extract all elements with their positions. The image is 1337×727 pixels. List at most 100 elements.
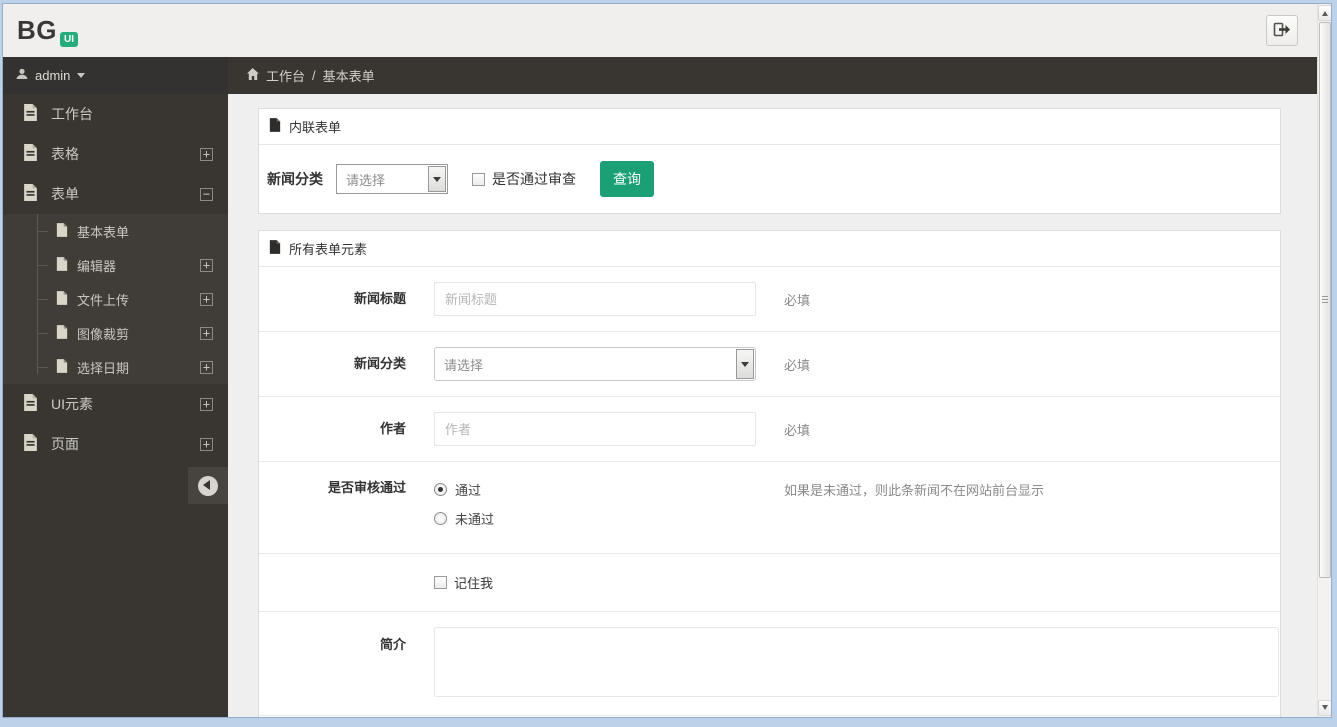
submenu-item-editor[interactable]: 编辑器 + (3, 248, 228, 282)
sidebar-item-workbench[interactable]: 工作台 (3, 94, 228, 134)
radio-fail[interactable] (434, 512, 447, 525)
submenu-item-basic-form[interactable]: 基本表单 (3, 214, 228, 248)
intro-textarea[interactable] (434, 627, 1279, 697)
select-value: 请选择 (346, 172, 386, 188)
news-category-select-large[interactable]: 请选择 (434, 347, 756, 381)
remember-me-checkbox[interactable] (434, 576, 447, 589)
required-badge: 必填 (784, 357, 811, 373)
form-row-news-category: 新闻分类 请选择 必填 (259, 332, 1280, 397)
review-help-text: 如果是未通过，则此条新闻不在网站前台显示 (784, 483, 1045, 498)
chevron-down-icon (433, 176, 441, 186)
breadcrumb-link-workbench[interactable]: 工作台 (266, 66, 305, 85)
sidebar-item-label: 表格 (51, 146, 79, 162)
document-icon (269, 240, 281, 257)
form-row-review-status: 是否审核通过 通过 未通过 如果是未通过，则此条新闻不在网站前台显示 (259, 462, 1280, 554)
expand-plus-icon[interactable]: + (200, 326, 213, 340)
sidebar-collapse-row (3, 467, 228, 504)
expand-plus-icon[interactable]: + (200, 147, 213, 161)
news-category-label: 新闻分类 (267, 171, 323, 187)
news-category-select[interactable]: 请选择 (336, 164, 448, 194)
document-icon (269, 118, 281, 135)
sidebar-nav: 工作台 表格 + 表单 − 基本表单 编辑器 + 文件上传 + 图像裁剪 + 选… (3, 94, 228, 464)
form-row-news-title: 新闻标题 必填 (259, 267, 1280, 332)
scrollbar-down-button[interactable] (1318, 700, 1331, 716)
select-value: 请选择 (444, 357, 484, 373)
radio-pass[interactable] (434, 483, 447, 496)
collapse-sidebar-button[interactable] (188, 467, 228, 504)
caret-down-icon (77, 73, 86, 82)
sign-out-icon (1273, 22, 1291, 40)
intro-label: 简介 (379, 637, 406, 652)
select-arrow-button[interactable] (736, 349, 754, 379)
arrow-up-icon (1322, 8, 1328, 16)
expand-plus-icon[interactable]: + (200, 258, 213, 272)
home-icon (246, 68, 259, 83)
breadcrumb-separator: / (312, 68, 316, 83)
sidebar-item-label: 表单 (51, 186, 79, 202)
expand-plus-icon[interactable]: + (200, 292, 213, 306)
author-input[interactable] (434, 412, 756, 446)
scrollbar-thumb[interactable] (1319, 22, 1331, 578)
sidebar-item-pages[interactable]: 页面 + (3, 424, 228, 464)
logout-button[interactable] (1266, 15, 1298, 46)
sidebar-item-forms[interactable]: 表单 − (3, 174, 228, 214)
breadcrumb-current: 基本表单 (322, 69, 375, 84)
expand-plus-icon[interactable]: + (200, 397, 213, 411)
scrollbar-up-button[interactable] (1318, 5, 1331, 21)
document-icon (23, 434, 38, 454)
form-row-remember-me: 记住我 (259, 554, 1280, 612)
vertical-scrollbar[interactable] (1317, 4, 1331, 717)
select-arrow-button[interactable] (428, 166, 446, 192)
expand-plus-icon[interactable]: + (200, 360, 213, 374)
remember-me-wrap: 记住我 (434, 573, 756, 592)
submenu-item-label: 图像裁剪 (77, 326, 130, 342)
review-status-label: 是否审核通过 (327, 480, 406, 495)
collapse-minus-icon[interactable]: − (200, 187, 213, 201)
browser-viewport: BG UI admin 工作台 表格 + 表单 − 基本表单 编辑器 + 文件上… (3, 4, 1331, 717)
submenu-item-file-upload[interactable]: 文件上传 + (3, 282, 228, 316)
review-filter-checkbox[interactable] (472, 172, 485, 186)
submenu-item-label: 编辑器 (77, 258, 117, 274)
arrow-down-icon (1322, 705, 1328, 713)
sidebar-item-label: UI元素 (51, 396, 93, 412)
sidebar-item-tables[interactable]: 表格 + (3, 134, 228, 174)
document-icon (23, 104, 38, 124)
news-title-label: 新闻标题 (353, 291, 406, 306)
form-footer (259, 716, 1280, 717)
news-title-input[interactable] (434, 282, 756, 316)
review-filter-checkbox-label: 是否通过审查 (492, 171, 576, 187)
sidebar-item-label: 工作台 (51, 106, 93, 122)
app-logo: BG UI (17, 15, 78, 47)
form-row-author: 作者 必填 (259, 397, 1280, 462)
form-elements-panel: 所有表单元素 新闻标题 必填 新闻分类 (258, 230, 1281, 717)
user-icon (16, 68, 28, 83)
username: admin (35, 68, 71, 83)
forms-submenu: 基本表单 编辑器 + 文件上传 + 图像裁剪 + 选择日期 + (3, 214, 228, 384)
expand-plus-icon[interactable]: + (200, 437, 213, 451)
panel-title: 内联表单 (289, 120, 342, 135)
submenu-item-label: 基本表单 (77, 224, 130, 240)
required-badge: 必填 (784, 422, 811, 438)
logo-text: BG (17, 15, 57, 45)
document-icon (56, 256, 68, 274)
user-menu[interactable]: admin (3, 57, 228, 94)
breadcrumb: 工作台 / 基本表单 (228, 57, 1317, 94)
main-content: 工作台 / 基本表单 内联表单 新闻分类 请选择 是否通过审查 查询 所有表单元… (228, 57, 1317, 717)
radio-fail-label: 未通过 (455, 512, 495, 527)
sidebar-item-ui-elements[interactable]: UI元素 + (3, 384, 228, 424)
inline-form-panel-header: 内联表单 (259, 109, 1280, 145)
remember-me-label: 记住我 (454, 576, 494, 591)
query-button[interactable]: 查询 (600, 161, 654, 197)
submenu-item-date-picker[interactable]: 选择日期 + (3, 350, 228, 384)
submenu-item-label: 选择日期 (77, 360, 130, 376)
submenu-item-image-crop[interactable]: 图像裁剪 + (3, 316, 228, 350)
radio-fail-wrap: 未通过 (434, 509, 756, 528)
review-filter-checkbox-wrap: 是否通过审查 (472, 169, 576, 189)
author-label: 作者 (379, 421, 406, 436)
content-area: 内联表单 新闻分类 请选择 是否通过审查 查询 所有表单元素 新闻标题 新闻标题… (228, 94, 1317, 717)
document-icon (23, 394, 38, 414)
scrollbar-grip-icon (1322, 296, 1328, 305)
body-row: admin 工作台 表格 + 表单 − 基本表单 编辑器 + 文件上传 + 图像… (3, 57, 1317, 717)
page: BG UI admin 工作台 表格 + 表单 − 基本表单 编辑器 + 文件上… (3, 4, 1317, 717)
inline-form-body: 新闻分类 请选择 是否通过审查 查询 (259, 145, 1280, 213)
